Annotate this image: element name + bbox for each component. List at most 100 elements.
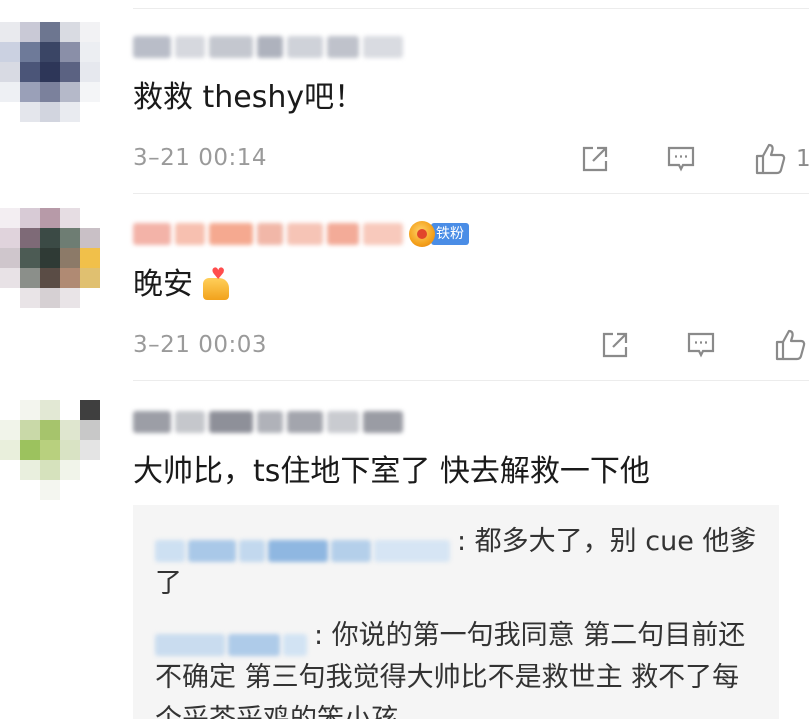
username-blurred[interactable] <box>133 30 407 64</box>
blurred-name-segment <box>209 36 253 58</box>
avatar-pixel <box>0 42 20 62</box>
avatar-pixel <box>60 62 80 82</box>
username-blurred[interactable]: 铁粉 <box>133 217 469 251</box>
avatar-pixel <box>0 460 20 480</box>
avatar-pixel <box>40 62 60 82</box>
fan-badge: 铁粉 <box>409 221 469 247</box>
blurred-name-segment <box>155 634 225 656</box>
share-button[interactable] <box>598 328 632 362</box>
avatar-pixel <box>20 460 40 480</box>
sub-reply[interactable]: : 你说的第一句我同意 第二句目前还不确定 第三句我觉得大帅比不是救世主 救不了… <box>155 615 759 719</box>
divider <box>133 193 809 194</box>
username-blurred[interactable] <box>133 405 407 439</box>
avatar-pixel <box>0 102 20 122</box>
heart-hand-emoji-icon: ♥ <box>199 266 233 302</box>
comment-icon <box>687 332 715 358</box>
avatar-pixel <box>20 288 40 308</box>
avatar-pixel <box>80 208 100 228</box>
like-count: 1 <box>796 146 809 172</box>
avatar-pixel <box>40 248 60 268</box>
blurred-name-segment <box>327 411 359 433</box>
comment-text: 晚安 ♥ <box>133 265 233 305</box>
blurred-name-segment <box>133 223 171 245</box>
avatar-pixel <box>0 400 20 420</box>
avatar-pixel <box>80 480 100 500</box>
avatar-pixel <box>20 248 40 268</box>
comment-icon <box>667 146 695 172</box>
avatar-pixel <box>0 208 20 228</box>
avatar-pixel <box>80 42 100 62</box>
avatar-pixel <box>80 440 100 460</box>
comment-time: 3–21 00:03 <box>133 332 267 358</box>
reply-button[interactable] <box>684 328 718 362</box>
blurred-name-segment <box>363 36 403 58</box>
blurred-name-segment <box>175 36 205 58</box>
avatar-pixel <box>80 248 100 268</box>
avatar-pixel <box>0 288 20 308</box>
avatar-pixel <box>60 288 80 308</box>
like-icon <box>775 329 806 361</box>
avatar-pixel <box>80 82 100 102</box>
comment-text: 救救 theshy吧！ <box>133 78 364 118</box>
avatar-pixel <box>60 208 80 228</box>
avatar-pixel <box>40 268 60 288</box>
avatar-pixel <box>60 228 80 248</box>
blurred-name-segment <box>283 634 307 656</box>
divider <box>133 380 809 381</box>
avatar-pixel <box>20 208 40 228</box>
blurred-name-segment <box>257 223 283 245</box>
blurred-name-segment <box>287 411 323 433</box>
avatar-pixel <box>20 102 40 122</box>
avatar-pixel <box>80 288 100 308</box>
like-button[interactable]: 1 <box>754 142 809 176</box>
comment-text-label: 救救 theshy吧！ <box>133 80 365 115</box>
avatar-pixel <box>40 480 60 500</box>
avatar[interactable] <box>0 400 100 500</box>
like-icon <box>755 143 786 175</box>
blurred-name-segment <box>257 36 283 58</box>
avatar[interactable] <box>0 22 100 122</box>
blurred-name-segment <box>228 634 280 656</box>
blurred-name-segment <box>133 411 171 433</box>
avatar-pixel <box>40 460 60 480</box>
sub-reply[interactable]: : 都多大了，别 cue 他爹了 <box>155 521 759 605</box>
comment-text: 大帅比，ts住地下室了 快去解救一下他 <box>133 452 650 492</box>
blurred-name-segment <box>268 540 328 562</box>
avatar-pixel <box>0 22 20 42</box>
blurred-name-segment <box>175 223 205 245</box>
comment-actions <box>598 328 808 362</box>
avatar-pixel <box>20 420 40 440</box>
comment-text-label: 晚安 <box>133 267 193 302</box>
blurred-name-segment <box>175 411 205 433</box>
avatar-pixel <box>0 480 20 500</box>
avatar-pixel <box>60 268 80 288</box>
avatar-pixel <box>60 420 80 440</box>
like-button[interactable] <box>774 328 808 362</box>
blurred-name-segment <box>257 411 283 433</box>
avatar-pixel <box>40 400 60 420</box>
sub-replies-panel[interactable]: : 都多大了，别 cue 他爹了 : 你说的第一句我同意 第二句目前还不确定 第… <box>133 505 779 719</box>
reply-username-blurred[interactable] <box>155 624 310 656</box>
avatar-pixel <box>40 208 60 228</box>
avatar-pixel <box>0 62 20 82</box>
top-divider <box>133 8 809 9</box>
avatar-pixel <box>40 288 60 308</box>
reply-button[interactable] <box>664 142 698 176</box>
fan-badge-label: 铁粉 <box>431 223 469 245</box>
avatar-pixel <box>20 400 40 420</box>
blurred-name-segment <box>239 540 265 562</box>
avatar-pixel <box>20 228 40 248</box>
blurred-name-segment <box>331 540 371 562</box>
avatar[interactable] <box>0 208 100 308</box>
blurred-name-segment <box>327 36 359 58</box>
comment-actions: 1 <box>578 142 809 176</box>
blurred-name-segment <box>133 36 171 58</box>
avatar-pixel <box>60 102 80 122</box>
avatar-pixel <box>40 228 60 248</box>
avatar-pixel <box>60 480 80 500</box>
reply-username-blurred[interactable] <box>155 530 453 562</box>
avatar-pixel <box>60 82 80 102</box>
avatar-pixel <box>40 102 60 122</box>
share-button[interactable] <box>578 142 612 176</box>
avatar-pixel <box>40 420 60 440</box>
